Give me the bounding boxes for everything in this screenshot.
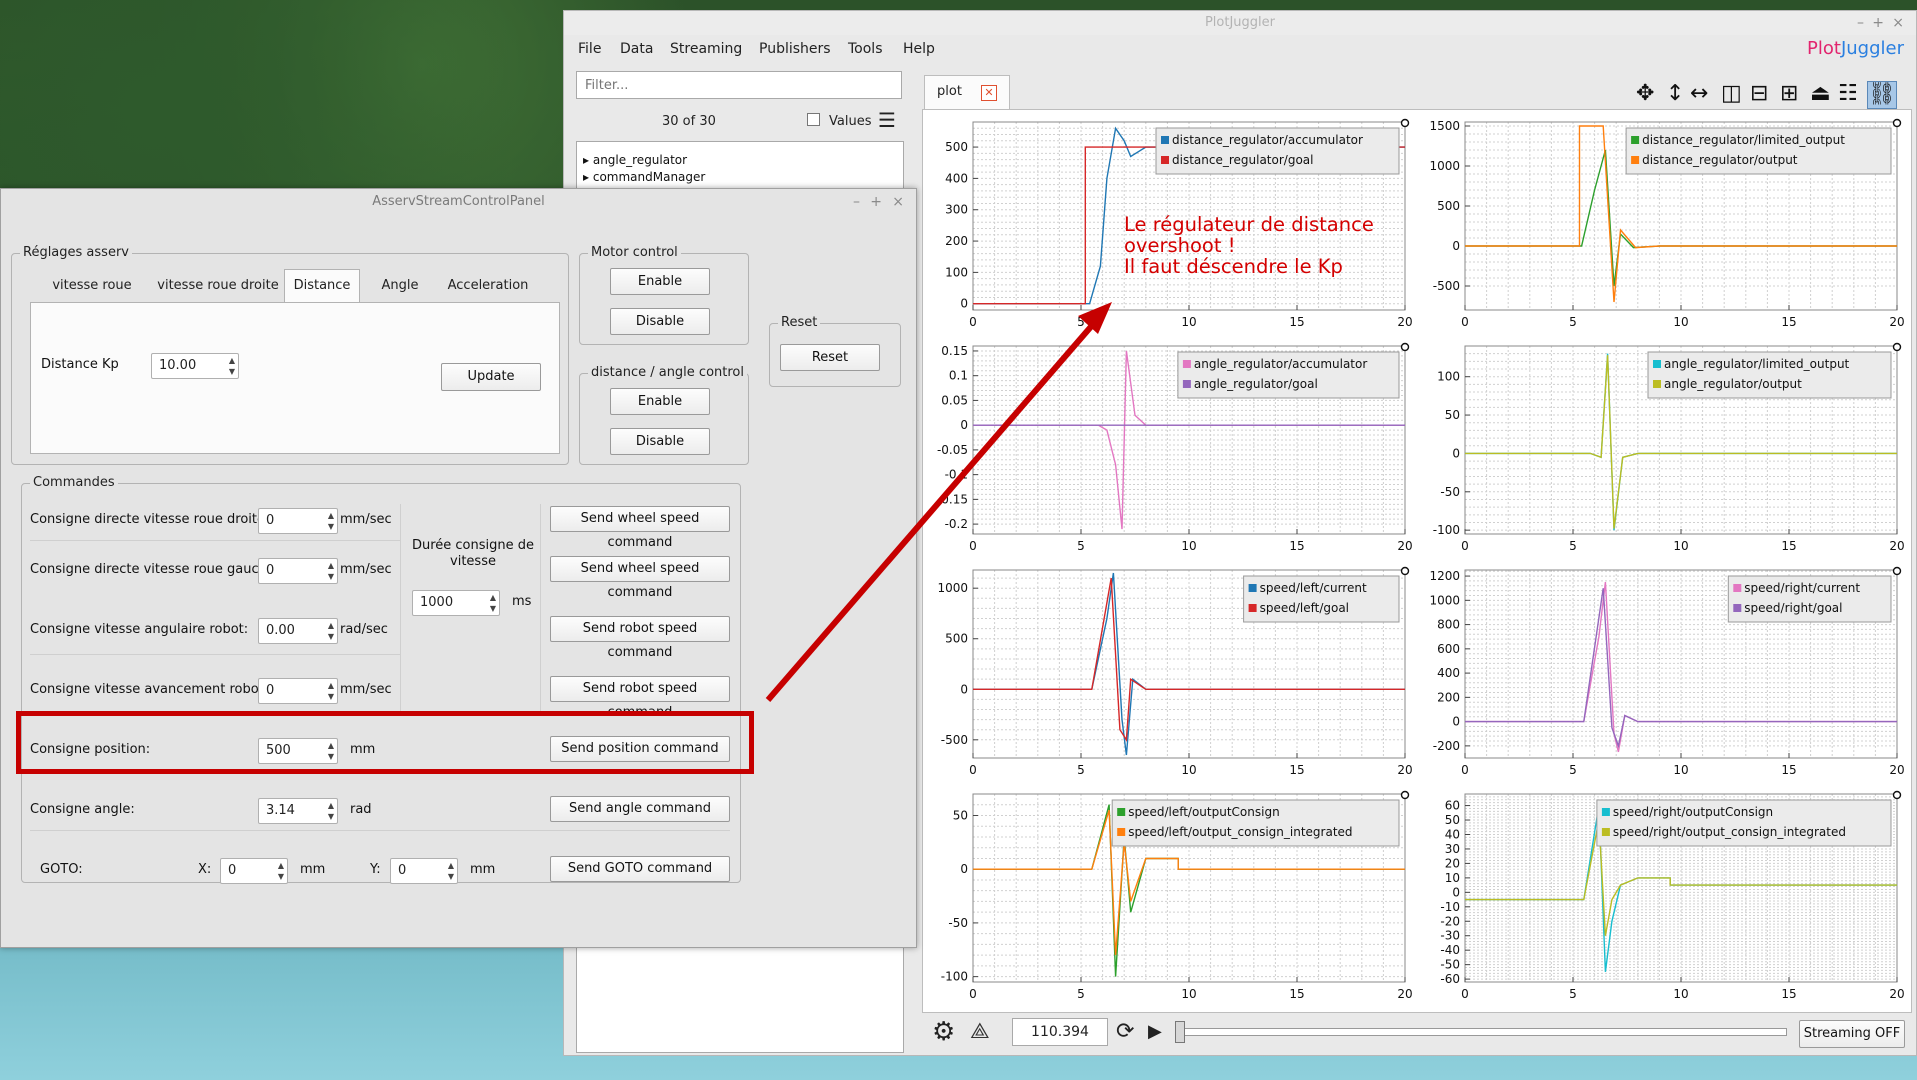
annotation-line-3: Il faut déscendre le Kp [1124, 255, 1343, 278]
annotation-text: Le régulateur de distance overshoot ! Il… [1124, 214, 1374, 277]
annotation-line-2: overshoot ! [1124, 234, 1236, 257]
annotation-line-1: Le régulateur de distance [1124, 213, 1374, 236]
annotation-arrow [765, 302, 1112, 702]
arrow-head [1078, 302, 1112, 334]
arrow-line [765, 320, 1098, 702]
